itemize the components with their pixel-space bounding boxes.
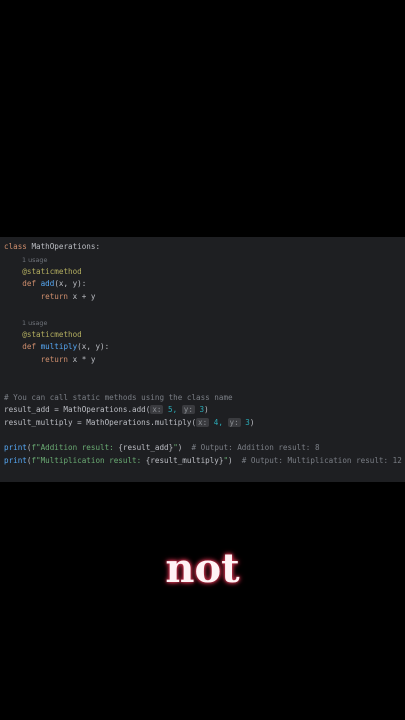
code-line-return: return x + y — [4, 292, 96, 302]
def-keyword: def — [22, 279, 37, 288]
paren: ) — [177, 443, 183, 452]
return-keyword: return — [40, 292, 69, 301]
param-hint: y: — [181, 405, 195, 414]
assignment: result_add = MathOperations.add( — [4, 405, 151, 414]
code-line-result-multiply: result_multiply = MathOperations.multipl… — [4, 418, 254, 428]
fstring: f"Addition result: — [31, 443, 119, 452]
code-line-print-multiply: print(f"Multiplication result: {result_m… — [4, 456, 402, 466]
code-line-print-add: print(f"Addition result: {result_add}") … — [4, 443, 320, 453]
params: (x, y): — [54, 279, 87, 288]
return-expr: x * y — [72, 355, 96, 364]
code-editor: class MathOperations: 1 usage @staticmet… — [0, 237, 405, 482]
decorator: @staticmethod — [22, 267, 82, 276]
fstring-var: {result_add} — [118, 443, 174, 452]
paren: ) — [228, 456, 233, 465]
def-keyword: def — [22, 342, 37, 351]
usage-hint[interactable]: 1 usage — [22, 255, 47, 265]
function-name: add — [40, 279, 55, 288]
code-comment: # You can call static methods using the … — [4, 393, 233, 402]
params: (x, y): — [77, 342, 110, 351]
arg: 4, — [213, 418, 223, 427]
function-name: multiply — [40, 342, 78, 351]
code-line-def-multiply: def multiply(x, y): — [4, 342, 109, 352]
print-call: print — [4, 456, 27, 465]
paren: ) — [204, 405, 209, 414]
assignment: result_multiply = MathOperations.multipl… — [4, 418, 197, 427]
arg: 5, — [168, 405, 178, 414]
fstring-var: {result_multiply} — [145, 456, 224, 465]
code-line-decorator: @staticmethod — [4, 330, 82, 340]
inline-comment: # Output: Multiplication result: 12 — [241, 456, 402, 465]
fstring: f"Multiplication result: — [31, 456, 146, 465]
param-hint: x: — [196, 418, 210, 427]
paren: ) — [249, 418, 255, 427]
decorator: @staticmethod — [22, 330, 82, 339]
code-line-def-add: def add(x, y): — [4, 279, 86, 289]
param-hint: x: — [150, 405, 164, 414]
param-hint: y: — [227, 418, 241, 427]
code-line-decorator: @staticmethod — [4, 267, 82, 277]
caption-text: not — [165, 545, 240, 592]
code-line-return: return x * y — [4, 355, 96, 365]
return-expr: x + y — [72, 292, 96, 301]
class-keyword: class — [4, 242, 27, 251]
print-call: print — [4, 443, 27, 452]
code-line-class: class MathOperations: — [4, 242, 100, 252]
return-keyword: return — [40, 355, 69, 364]
usage-hint[interactable]: 1 usage — [22, 318, 47, 328]
class-name: MathOperations: — [31, 242, 101, 251]
inline-comment: # Output: Addition result: 8 — [191, 443, 320, 452]
code-line-result-add: result_add = MathOperations.add(x: 5, y:… — [4, 405, 209, 415]
